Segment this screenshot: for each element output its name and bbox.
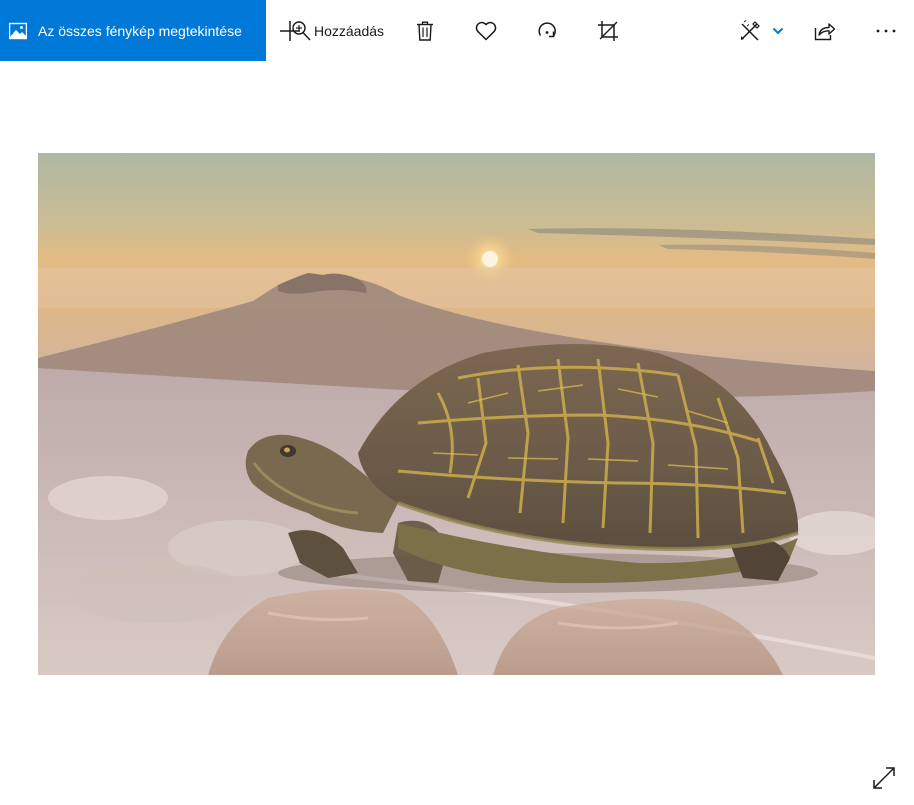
edit-create-button[interactable]: [733, 0, 789, 61]
toolbar: Az összes fénykép megtekintése Hozzáadás: [0, 0, 914, 61]
zoom-in-icon: [278, 19, 312, 43]
crop-button[interactable]: [589, 0, 627, 61]
trash-icon: [416, 21, 434, 41]
photo-viewer-image[interactable]: [38, 153, 875, 675]
add-button-label: Hozzáadás: [314, 22, 385, 39]
add-button[interactable]: Hozzáadás: [278, 0, 390, 61]
heart-icon: [475, 21, 497, 41]
share-icon: [814, 21, 836, 41]
crop-icon: [597, 20, 619, 42]
chevron-down-icon[interactable]: [772, 27, 784, 35]
edit-create-icon: [739, 19, 763, 42]
turtle-mountain-photo: [38, 153, 875, 675]
view-all-photos-button[interactable]: Az összes fénykép megtekintése: [0, 0, 266, 61]
photo-icon: [9, 22, 27, 40]
rotate-button[interactable]: [528, 0, 566, 61]
view-all-photos-label: Az összes fénykép megtekintése: [38, 22, 242, 39]
share-button[interactable]: [806, 0, 844, 61]
favorite-button[interactable]: [467, 0, 505, 61]
delete-button[interactable]: [406, 0, 444, 61]
fullscreen-button[interactable]: [868, 762, 900, 794]
more-icon: [875, 28, 897, 34]
photos-app-window: Az összes fénykép megtekintése Hozzáadás: [0, 0, 914, 805]
fullscreen-icon: [871, 765, 897, 791]
rotate-icon: [536, 20, 558, 42]
more-options-button[interactable]: [866, 0, 906, 61]
